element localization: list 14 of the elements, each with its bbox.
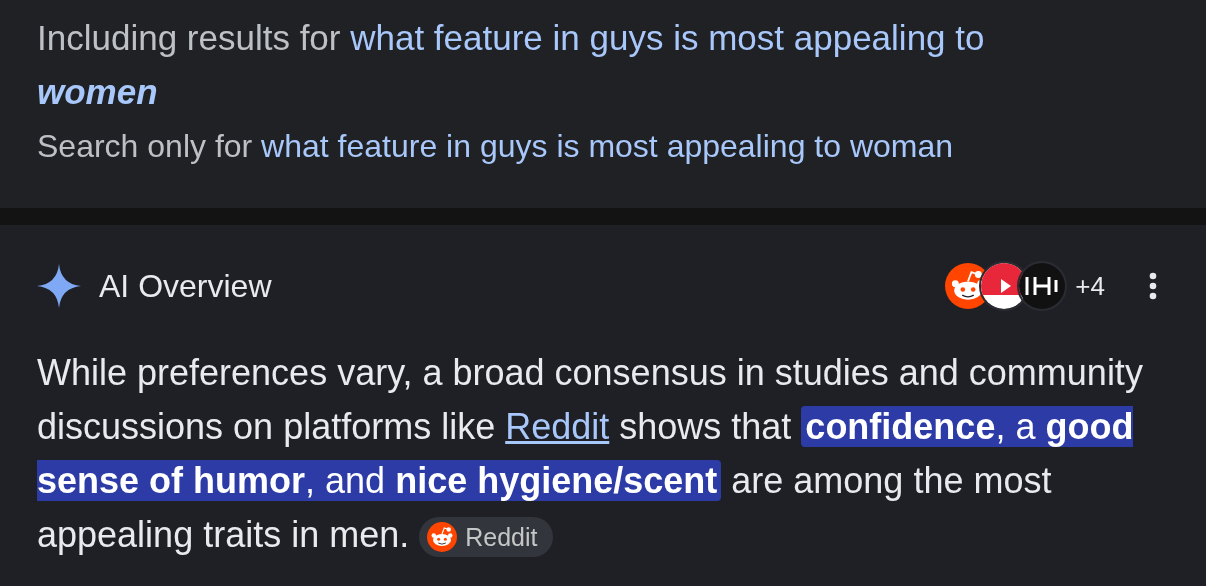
sparkle-icon (37, 264, 81, 308)
corrected-word-link[interactable]: women (37, 72, 158, 111)
ai-overview-title: AI Overview (99, 267, 273, 305)
more-sources-count[interactable]: +4 (1075, 270, 1105, 302)
citation-chip[interactable]: Reddit (419, 517, 554, 558)
original-query-link[interactable]: what feature in guys is most appealing to woman (261, 128, 954, 164)
reddit-icon (427, 522, 458, 553)
more-options-icon[interactable] (1149, 272, 1157, 300)
including-results-text: Including results for what feature in guys is most appealing to women (37, 17, 986, 113)
overview-paragraph: While preferences vary, a broad consensus in studies and community discussions on platforms like Reddit shows that confidence, a good sense of humor, and nice hygiene/scent are among the most appealing traits in men. Reddit (37, 346, 1169, 562)
corrected-query-link[interactable]: what feature in guys is most appealing to (350, 18, 985, 57)
reddit-link[interactable]: Reddit (505, 406, 610, 447)
search-only-text: Search only for what feature in guys is most appealing to woman (37, 127, 955, 166)
dumbbell-icon (1017, 261, 1068, 311)
